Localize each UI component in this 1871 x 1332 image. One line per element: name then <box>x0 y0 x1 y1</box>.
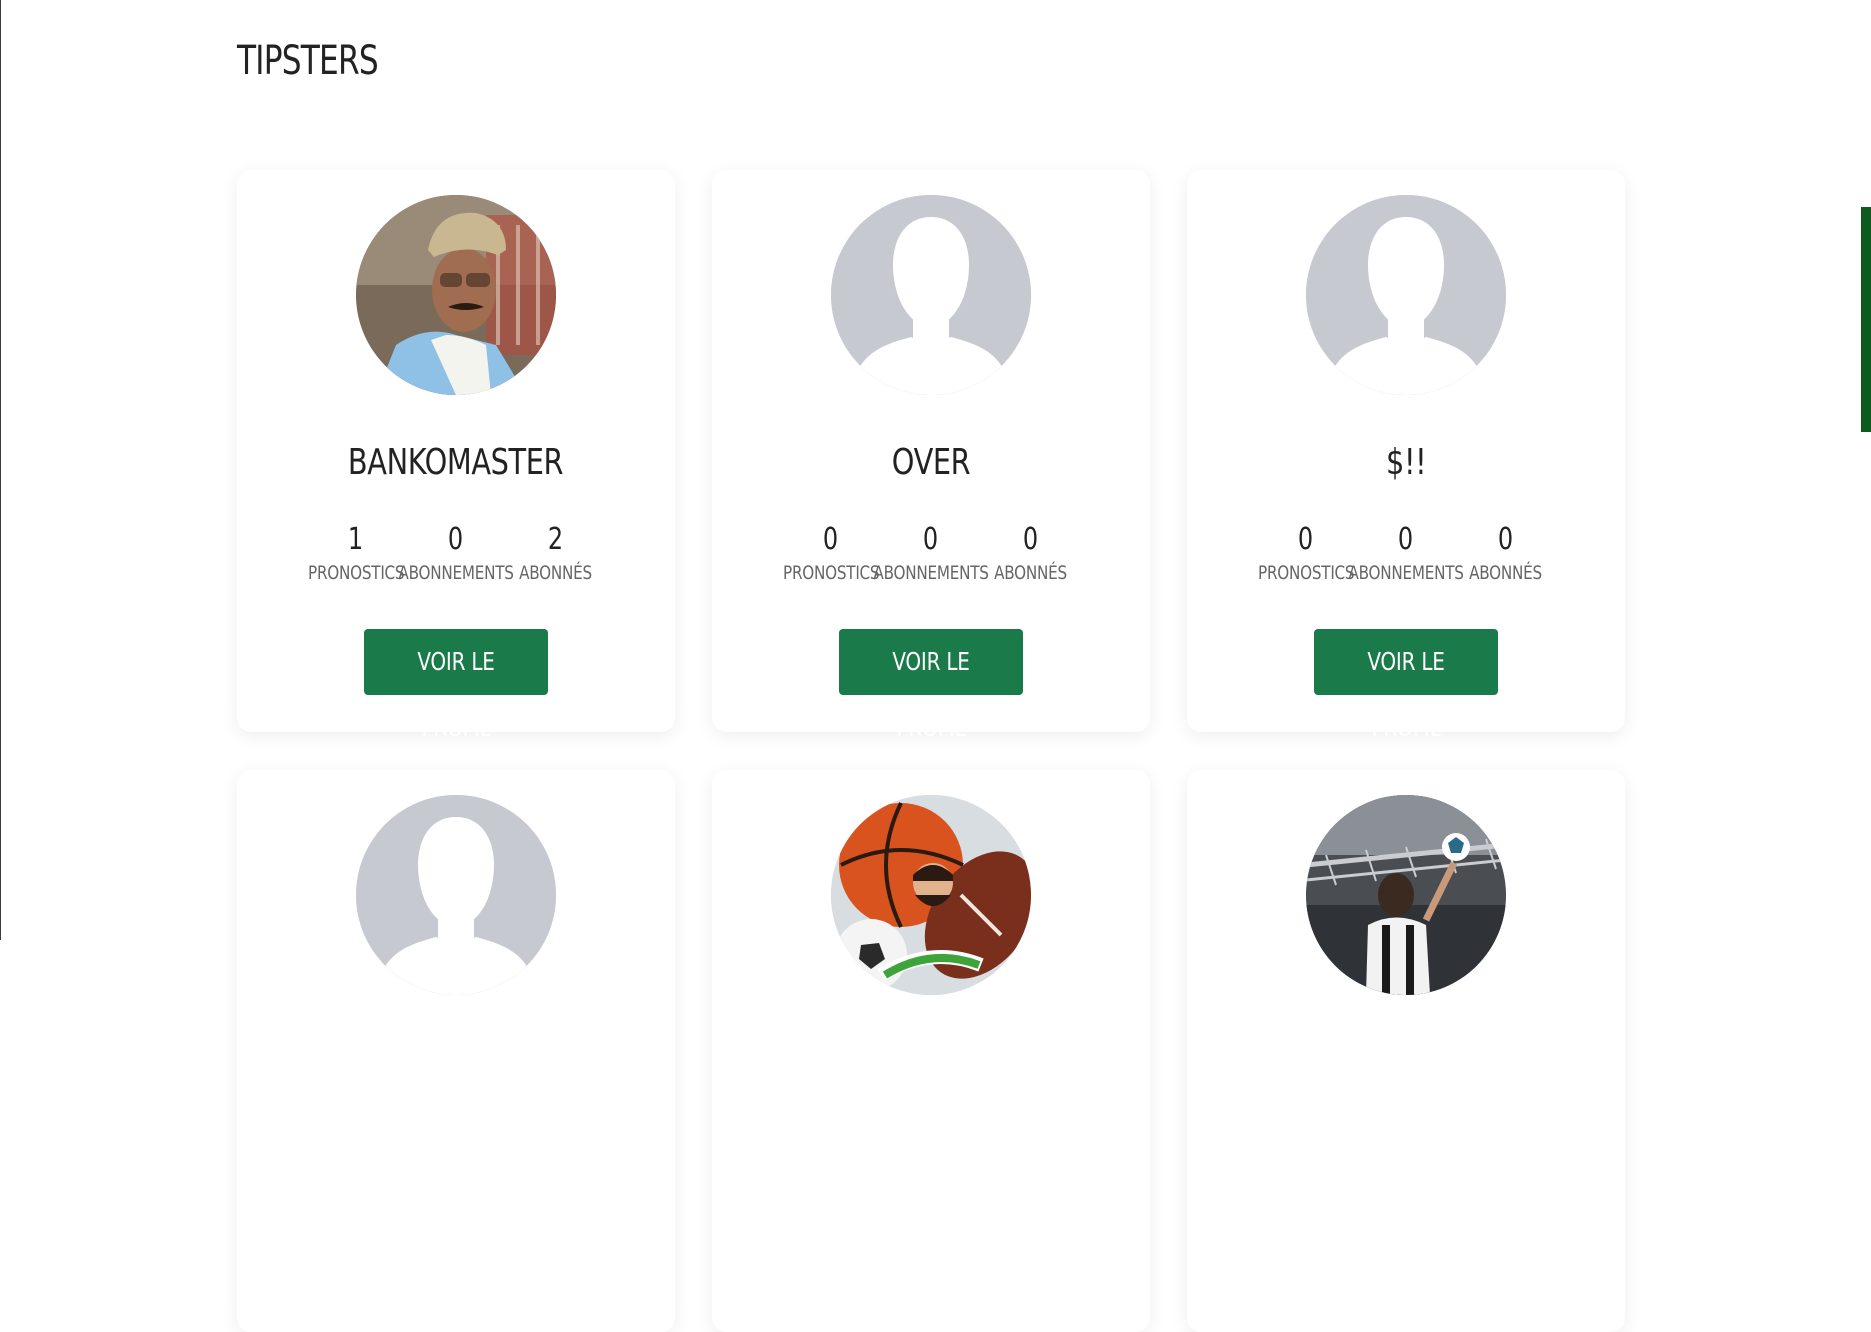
page-title: TIPSTERS <box>237 38 379 84</box>
avatar[interactable] <box>356 195 556 395</box>
tipsters-grid: BANKOMASTER 1 PRONOSTICS 0 ABONNEMENTS 2… <box>237 170 1627 1332</box>
stat-abonnes: 2 ABONNÉS <box>476 522 636 584</box>
user-silhouette-icon <box>831 195 1031 395</box>
tipster-name: $!! <box>1385 442 1427 483</box>
left-border <box>0 0 1 940</box>
avatar[interactable] <box>831 195 1031 395</box>
tipster-card <box>237 770 675 1332</box>
avatar[interactable] <box>831 795 1031 995</box>
view-profile-button[interactable]: VOIR LE PROFIL <box>1314 629 1498 742</box>
view-profile-button[interactable]: VOIR LE PROFIL <box>839 629 1023 742</box>
stat-value: 2 <box>548 522 564 557</box>
avatar[interactable] <box>1306 195 1506 395</box>
side-accent-bar <box>1861 207 1871 432</box>
avatar-photo-icon <box>356 195 556 395</box>
stat-value: 0 <box>1498 522 1514 557</box>
stat-label: ABONNÉS <box>519 562 593 584</box>
tipster-card <box>1187 770 1625 1332</box>
avatar-photo-icon <box>1306 795 1506 995</box>
stat-abonnes: 0 ABONNÉS <box>951 522 1111 584</box>
tipster-card: OVER 0 PRONOSTICS 0 ABONNEMENTS 0 ABONNÉ… <box>712 170 1150 742</box>
stat-label: ABONNÉS <box>994 562 1068 584</box>
tipster-card: $!! 0 PRONOSTICS 0 ABONNEMENTS 0 ABONNÉS… <box>1187 170 1625 742</box>
sports-balls-logo-icon <box>831 795 1031 995</box>
tipster-card <box>712 770 1150 1332</box>
tipster-name: BANKOMASTER <box>348 442 564 483</box>
user-silhouette-icon <box>356 795 556 995</box>
stat-abonnes: 0 ABONNÉS <box>1426 522 1586 584</box>
view-profile-button[interactable]: VOIR LE PROFIL <box>364 629 548 742</box>
tipster-stats: 0 PRONOSTICS 0 ABONNEMENTS 0 ABONNÉS <box>712 522 1150 592</box>
user-silhouette-icon <box>1306 195 1506 395</box>
tipster-name: OVER <box>891 442 971 483</box>
tipster-stats: 1 PRONOSTICS 0 ABONNEMENTS 2 ABONNÉS <box>237 522 675 592</box>
avatar[interactable] <box>356 795 556 995</box>
tipster-stats: 0 PRONOSTICS 0 ABONNEMENTS 0 ABONNÉS <box>1187 522 1625 592</box>
stat-label: ABONNÉS <box>1469 562 1543 584</box>
stat-value: 0 <box>1023 522 1039 557</box>
avatar[interactable] <box>1306 795 1506 995</box>
tipster-card: BANKOMASTER 1 PRONOSTICS 0 ABONNEMENTS 2… <box>237 170 675 742</box>
